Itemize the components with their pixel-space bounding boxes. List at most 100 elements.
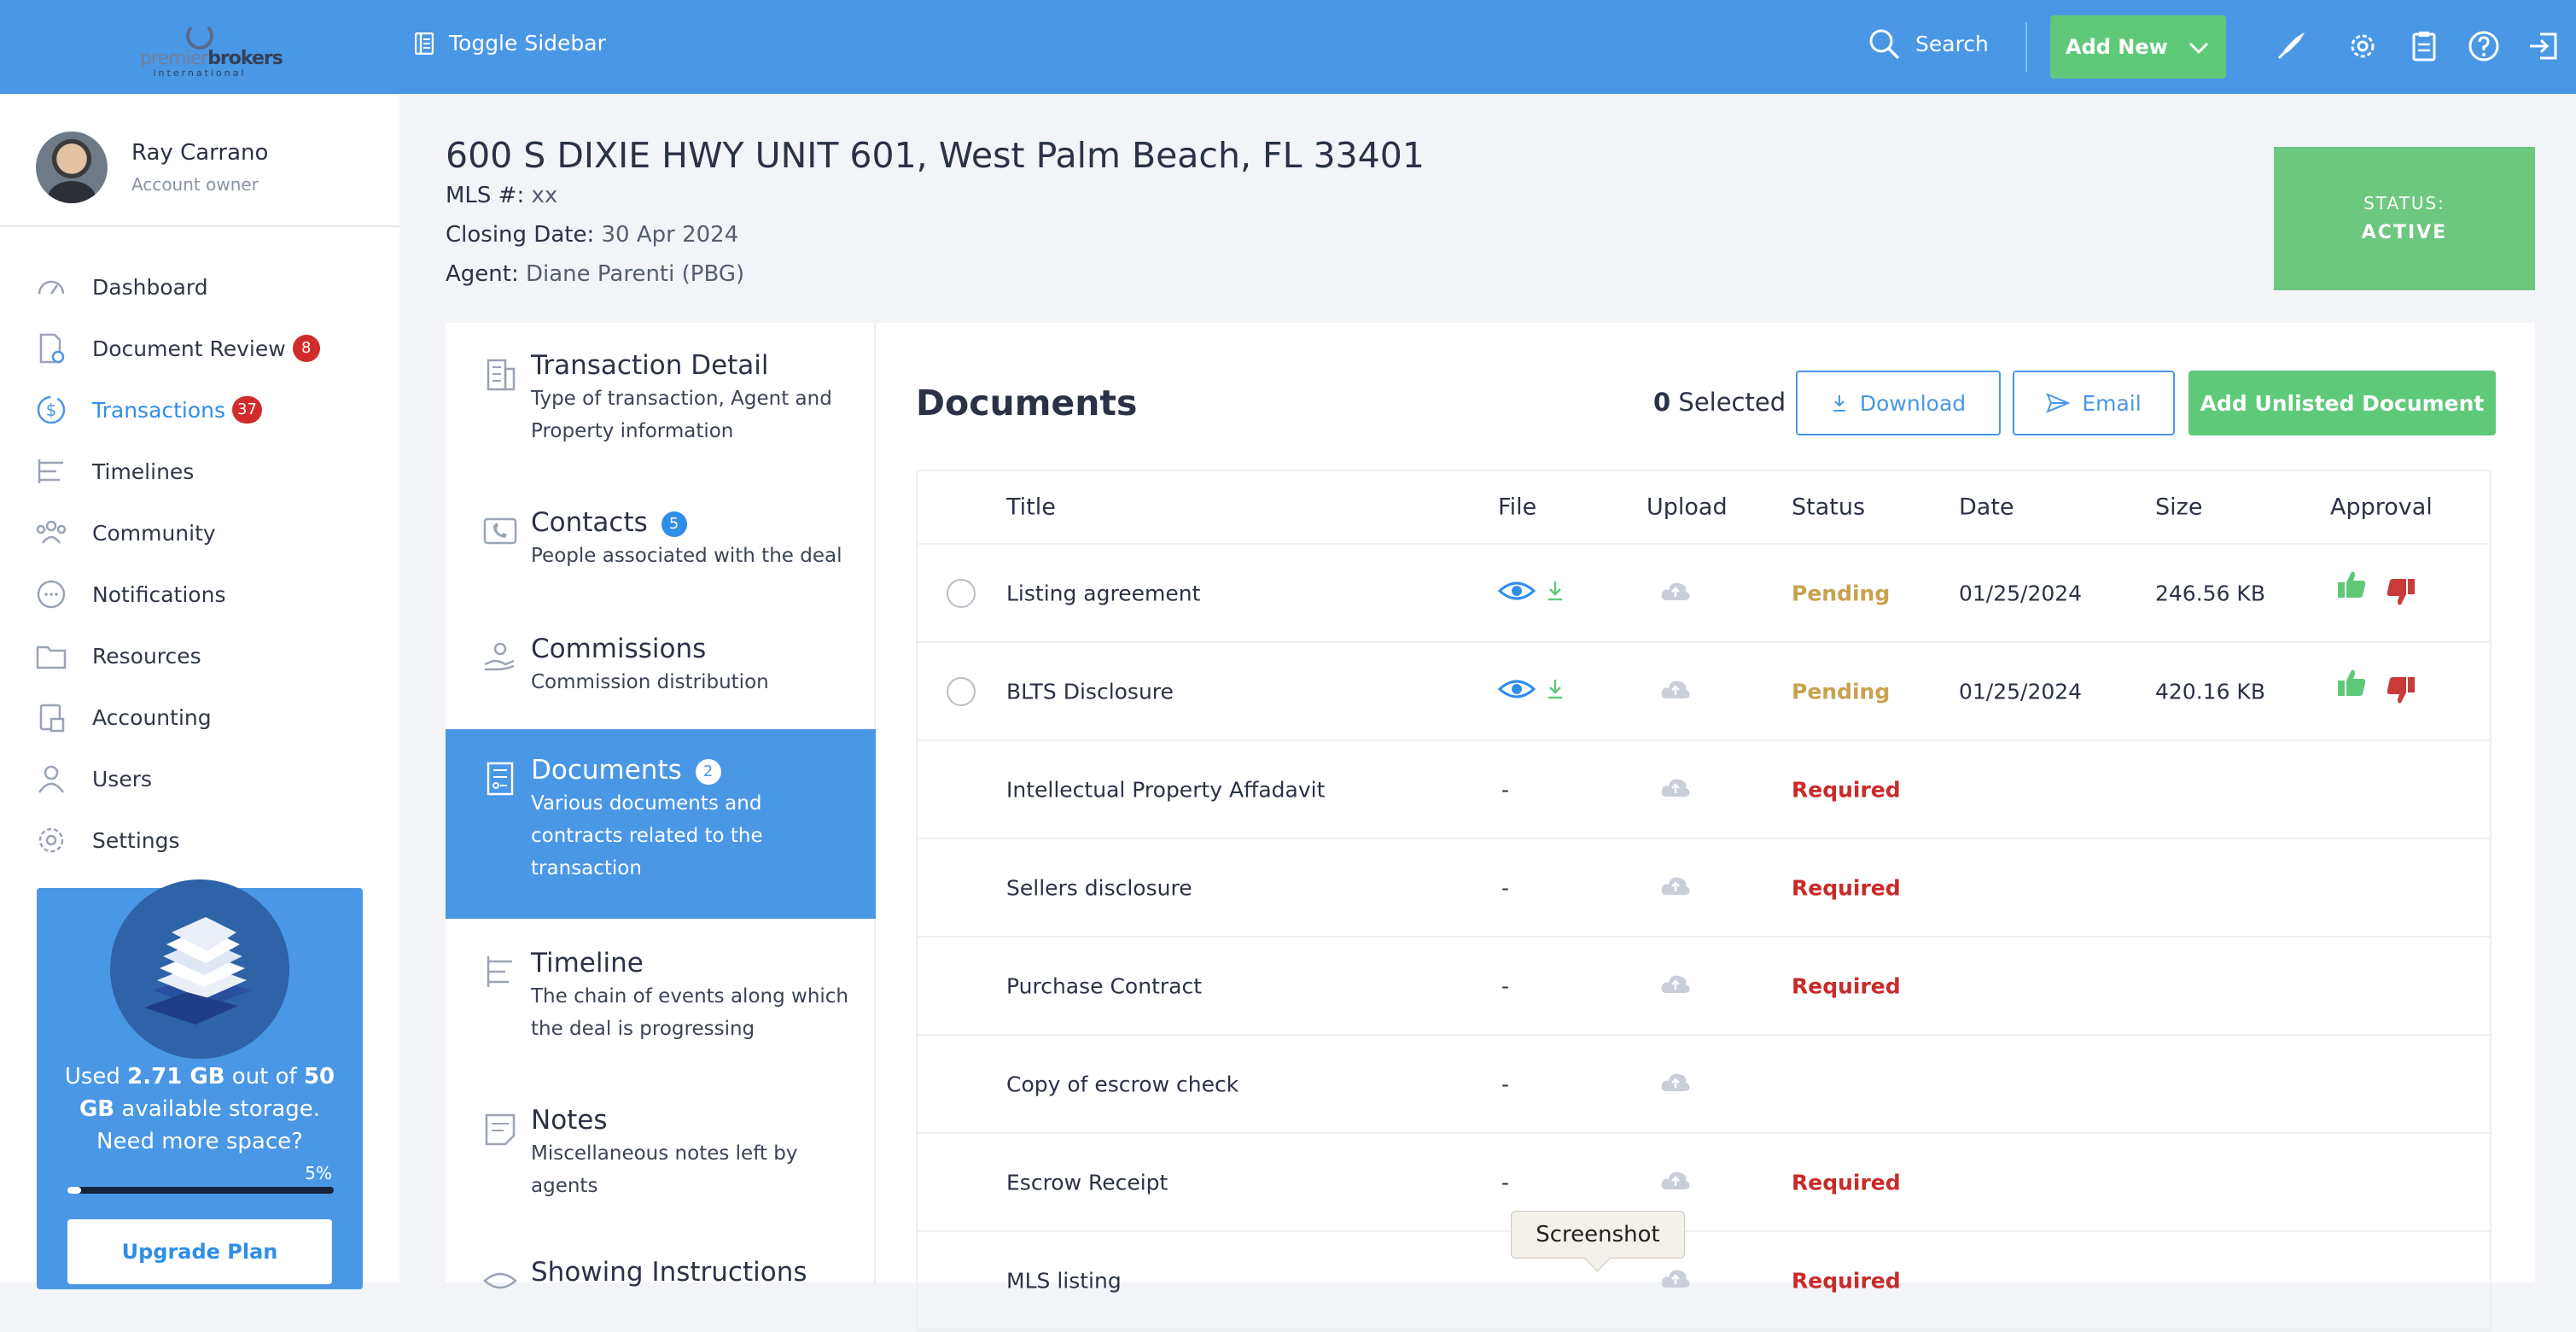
transactions-badge: 37 bbox=[232, 396, 262, 424]
upgrade-plan-button[interactable]: Upgrade Plan bbox=[67, 1219, 332, 1284]
sidebar-item-notifications[interactable]: Notifications bbox=[34, 564, 320, 625]
toggle-sidebar-button[interactable]: Toggle Sidebar bbox=[415, 31, 606, 56]
sidebar-item-timelines[interactable]: Timelines bbox=[34, 441, 320, 502]
table-row[interactable]: MLS listing Required bbox=[918, 1232, 2490, 1330]
upload-cloud-icon[interactable] bbox=[1660, 874, 1691, 902]
upload-cloud-icon[interactable] bbox=[1660, 1169, 1691, 1196]
column-header-title[interactable]: Title bbox=[1006, 494, 1056, 521]
community-icon bbox=[36, 520, 67, 544]
search-button[interactable]: Search bbox=[1868, 27, 1989, 60]
sidebar-item-label: Accounting bbox=[92, 704, 212, 730]
table-row[interactable]: Purchase Contract - Required bbox=[918, 938, 2490, 1036]
upload-cloud-icon[interactable] bbox=[1660, 580, 1691, 607]
step-title: Documents 2 bbox=[531, 755, 876, 786]
tab-commissions[interactable]: Commissions Commission distribution bbox=[446, 634, 876, 736]
sidebar-item-document-review[interactable]: Document Review 8 bbox=[34, 318, 320, 379]
upload-cloud-icon[interactable] bbox=[1660, 776, 1691, 803]
tab-contacts[interactable]: Contacts 5 People associated with the de… bbox=[446, 507, 876, 627]
add-unlisted-document-button[interactable]: Add Unlisted Document bbox=[2188, 371, 2496, 435]
document-review-icon bbox=[39, 333, 65, 364]
upload-cloud-icon[interactable] bbox=[1660, 973, 1691, 1000]
documents-count-badge: 2 bbox=[695, 758, 721, 785]
sidebar-icon bbox=[415, 32, 434, 55]
sidebar-item-label: Settings bbox=[92, 827, 180, 853]
step-title: Notes bbox=[531, 1105, 608, 1136]
row-select-radio[interactable] bbox=[947, 676, 976, 706]
column-header-size[interactable]: Size bbox=[2155, 494, 2202, 521]
thumbs-down-icon[interactable] bbox=[2386, 577, 2416, 613]
row-select-radio[interactable] bbox=[947, 578, 976, 608]
help-icon[interactable] bbox=[2467, 29, 2501, 63]
document-date: 01/25/2024 bbox=[1959, 581, 2083, 605]
user-profile[interactable]: Ray Carrano Account owner bbox=[36, 131, 268, 203]
accounting-icon bbox=[39, 704, 65, 733]
sidebar-item-settings[interactable]: Settings bbox=[34, 809, 320, 871]
download-button[interactable]: Download bbox=[1796, 371, 2001, 435]
table-row[interactable]: Listing agreement Pending 01/25/2024 246.56… bbox=[918, 545, 2490, 643]
status-text: Required bbox=[1792, 1268, 1901, 1293]
tab-showing-instructions[interactable]: Showing Instructions bbox=[446, 1257, 876, 1291]
column-header-upload[interactable]: Upload bbox=[1646, 494, 1728, 521]
column-header-date[interactable]: Date bbox=[1959, 494, 2014, 521]
screenshot-tooltip: Screenshot bbox=[1511, 1211, 1685, 1259]
file-placeholder: - bbox=[1501, 875, 1510, 900]
storage-card: Used 2.71 GB out of 50 GB available stor… bbox=[37, 879, 363, 1289]
sidebar-item-dashboard[interactable]: Dashboard bbox=[34, 256, 320, 318]
view-file-icon[interactable] bbox=[1497, 677, 1536, 706]
view-file-icon[interactable] bbox=[1497, 579, 1536, 608]
clipboard-icon[interactable] bbox=[2407, 29, 2441, 63]
contacts-count-badge: 5 bbox=[661, 511, 687, 537]
upload-cloud-icon[interactable] bbox=[1660, 1071, 1691, 1098]
sidebar-item-community[interactable]: Community bbox=[34, 502, 320, 564]
thumbs-up-icon[interactable] bbox=[2336, 667, 2367, 703]
email-button[interactable]: Email bbox=[2013, 371, 2175, 435]
hand-coin-icon bbox=[484, 642, 515, 671]
table-row[interactable]: Sellers disclosure - Required bbox=[918, 839, 2490, 938]
storage-progress-bar bbox=[67, 1187, 334, 1194]
column-header-file[interactable]: File bbox=[1498, 494, 1536, 521]
note-icon bbox=[485, 1113, 516, 1146]
column-header-approval[interactable]: Approval bbox=[2330, 494, 2433, 521]
table-row[interactable]: BLTS Disclosure Pending 01/25/2024 420.16 K… bbox=[918, 643, 2490, 741]
brand-logo[interactable]: premierbrokers international bbox=[140, 22, 283, 79]
step-description: People associated with the deal bbox=[531, 545, 842, 567]
rocket-icon[interactable] bbox=[2274, 29, 2308, 63]
column-header-status[interactable]: Status bbox=[1792, 494, 1865, 521]
sidebar-item-label: Resources bbox=[92, 643, 201, 669]
sidebar-item-accounting[interactable]: Accounting bbox=[34, 686, 320, 748]
download-file-icon[interactable] bbox=[1546, 678, 1565, 705]
sidebar-item-resources[interactable]: Resources bbox=[34, 625, 320, 686]
sidebar-item-transactions[interactable]: $ Transactions 37 bbox=[34, 379, 320, 441]
document-size: 246.56 KB bbox=[2155, 581, 2265, 605]
download-file-icon[interactable] bbox=[1546, 580, 1565, 607]
storage-text: Used 2.71 GB out of 50 GB available stor… bbox=[64, 1064, 335, 1154]
chevron-down-icon bbox=[2188, 42, 2209, 55]
tab-documents[interactable]: Documents 2 Various documents and contra… bbox=[446, 729, 876, 919]
table-row[interactable]: Intellectual Property Affadavit - Required bbox=[918, 741, 2490, 839]
status-text: Required bbox=[1792, 1170, 1901, 1195]
download-label: Download bbox=[1859, 390, 1967, 416]
thumbs-up-icon[interactable] bbox=[2336, 569, 2367, 605]
table-row[interactable]: Copy of escrow check - bbox=[918, 1036, 2490, 1134]
search-label: Search bbox=[1915, 31, 1989, 56]
thumbs-down-icon[interactable] bbox=[2386, 675, 2416, 711]
sidebar-item-users[interactable]: Users bbox=[34, 748, 320, 809]
upload-cloud-icon[interactable] bbox=[1660, 678, 1691, 705]
tab-notes[interactable]: Notes Miscellaneous notes left by agents bbox=[446, 1105, 876, 1233]
selected-count: 0 Selected bbox=[1653, 388, 1786, 417]
document-review-badge: 8 bbox=[292, 335, 320, 362]
building-icon bbox=[487, 359, 516, 391]
sidebar: Ray Carrano Account owner Dashboard Docu… bbox=[0, 94, 399, 1289]
gear-icon[interactable] bbox=[2346, 29, 2380, 63]
upload-cloud-icon[interactable] bbox=[1660, 1267, 1691, 1294]
sidebar-item-label: Users bbox=[92, 766, 153, 792]
table-row[interactable]: Escrow Receipt - Required bbox=[918, 1134, 2490, 1232]
tab-transaction-detail[interactable]: Transaction Detail Type of transaction, … bbox=[446, 350, 876, 504]
add-new-button[interactable]: Add New bbox=[2050, 15, 2226, 79]
top-bar: premierbrokers international Toggle Side… bbox=[0, 0, 2576, 94]
step-title: Showing Instructions bbox=[531, 1257, 807, 1288]
agent-name: Agent: Diane Parenti (PBG) bbox=[446, 261, 745, 287]
tab-timeline[interactable]: Timeline The chain of events along which… bbox=[446, 948, 876, 1076]
section-nav: Transaction Detail Type of transaction, … bbox=[446, 323, 876, 1289]
logout-icon[interactable] bbox=[2526, 29, 2561, 63]
